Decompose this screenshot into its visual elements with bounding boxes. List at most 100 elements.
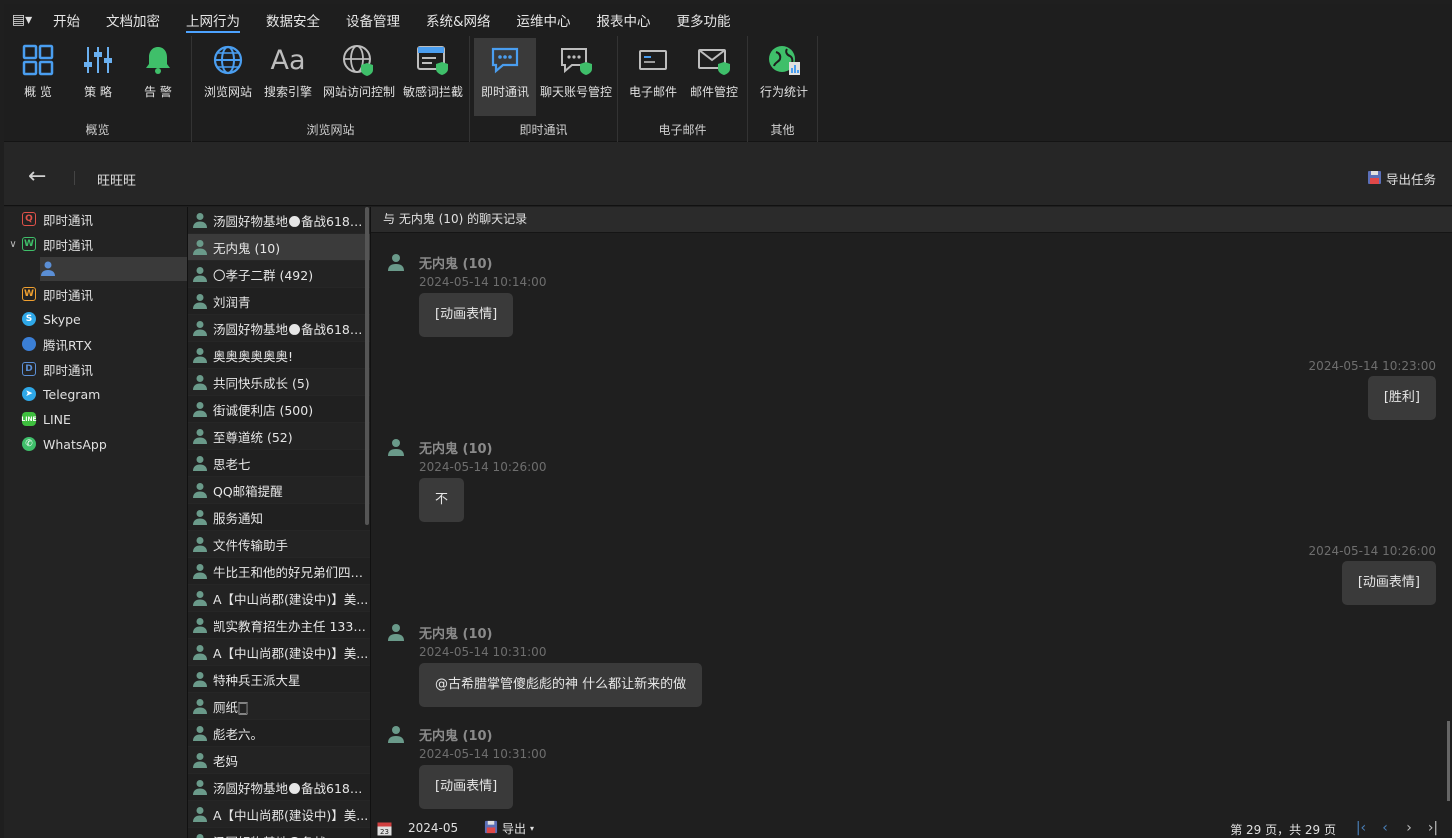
tree-item-wechat[interactable]: ∨ W 即时通讯 [4, 232, 187, 256]
contact-item[interactable]: 共同快乐成长 (5) [188, 369, 370, 396]
contact-item[interactable]: 街诚便利店 (500) [188, 396, 370, 423]
contact-item[interactable]: 彪老六。 [188, 720, 370, 747]
first-page-button[interactable]: |‹ [1352, 819, 1370, 837]
title-divider [74, 171, 75, 185]
globe-icon [212, 40, 244, 80]
contact-item[interactable]: 无内鬼 (10) [188, 234, 370, 261]
contact-item[interactable]: 汤圆好物基地🌑备战618🈺... [188, 828, 370, 838]
tree-item-line[interactable]: LINE LINE [4, 407, 187, 431]
tab-doc-encryption[interactable]: 文档加密 [93, 4, 173, 36]
tab-internet-behavior[interactable]: 上网行为 [173, 4, 253, 36]
user-avatar-icon [387, 438, 405, 456]
contact-item[interactable]: 〇孝子二群 (492) [188, 261, 370, 288]
site-access-control-button[interactable]: 网站访问控制 [320, 38, 398, 114]
contact-item[interactable]: 特种兵王派大星 [188, 666, 370, 693]
contact-item[interactable]: A【中山尚郡(建设中)】美... [188, 585, 370, 612]
export-task-button[interactable]: 导出任务 [1367, 169, 1436, 188]
alarm-label: 告 警 [144, 85, 172, 99]
chat-message: 无内鬼 (10) 2024-05-14 10:26:00 不 [371, 436, 1452, 526]
tab-data-security[interactable]: 数据安全 [253, 4, 333, 36]
app-menu-button[interactable]: ▤▾ [4, 4, 40, 36]
tree-item-wangwang[interactable]: W 即时通讯 [4, 282, 187, 306]
tree-item-rtx[interactable]: 腾讯RTX [4, 332, 187, 356]
tree-item-label: 即时通讯 [43, 237, 94, 253]
contact-name: 〇孝子二群 (492) [213, 267, 314, 283]
contact-item[interactable]: 文件传输助手 [188, 531, 370, 558]
chat-account-control-button[interactable]: 聊天账号管控 [538, 38, 614, 114]
contact-item[interactable]: 奥奥奥奥奥奥! [188, 342, 370, 369]
chevron-down-icon[interactable]: ∨ [4, 239, 22, 250]
arrow-left-icon: ← [28, 164, 47, 189]
contact-item[interactable]: 思老七 [188, 450, 370, 477]
contact-list-scrollbar[interactable] [365, 207, 369, 525]
contact-avatar-icon [192, 239, 208, 255]
sliders-icon [82, 40, 114, 80]
export-button[interactable]: 导出 ▾ [484, 820, 534, 837]
calendar-icon: 23 [377, 822, 392, 836]
policy-button[interactable]: 策 略 [76, 38, 120, 114]
email-button[interactable]: 电子邮件 [624, 38, 682, 114]
ribbon-group-title: 概览 [85, 123, 110, 137]
tab-more-features[interactable]: 更多功能 [664, 4, 744, 36]
skype-icon: S [22, 312, 36, 326]
message-time: 2024-05-14 10:26:00 [419, 460, 547, 474]
chat-message: 2024-05-14 10:26:00 [动画表情] [371, 542, 1452, 612]
contact-item[interactable]: A【中山尚郡(建设中)】美... [188, 801, 370, 828]
prev-page-button[interactable]: ‹ [1376, 819, 1394, 837]
last-page-button[interactable]: ›| [1424, 819, 1442, 837]
tree-item-account[interactable] [40, 257, 187, 281]
contact-item[interactable]: 厕纸🀆 [188, 693, 370, 720]
tab-report-center[interactable]: 报表中心 [584, 4, 664, 36]
contact-item[interactable]: QQ邮箱提醒 [188, 477, 370, 504]
overview-button[interactable]: 概 览 [16, 38, 60, 114]
tree-item-qq[interactable]: Q 即时通讯 [4, 207, 187, 231]
chevron-right-icon: › [1406, 820, 1412, 836]
tree-item-dingtalk[interactable]: D 即时通讯 [4, 357, 187, 381]
contact-item[interactable]: 牛比王和他的好兄弟们四群... [188, 558, 370, 585]
tree-item-skype[interactable]: S Skype [4, 307, 187, 331]
tab-system-network[interactable]: 系统&网络 [413, 4, 504, 36]
instant-messaging-button[interactable]: 即时通讯 [474, 38, 536, 116]
next-page-button[interactable]: › [1400, 819, 1418, 837]
page-info: 第 29 页，共 29 页 [1230, 823, 1336, 837]
browse-web-button[interactable]: 浏览网站 [202, 38, 254, 114]
contact-item[interactable]: 汤圆好物基地🌑备战618🈺... [188, 315, 370, 342]
contact-avatar-icon [192, 509, 208, 525]
tab-device-management[interactable]: 设备管理 [333, 4, 413, 36]
tree-item-telegram[interactable]: ➤ Telegram [4, 382, 187, 406]
contact-name: 彪老六。 [213, 726, 264, 742]
tree-item-whatsapp[interactable]: ✆ WhatsApp [4, 432, 187, 456]
contact-avatar-icon [192, 644, 208, 660]
tab-start[interactable]: 开始 [40, 4, 93, 36]
contact-item[interactable]: 凯实教育招生办主任 1337... [188, 612, 370, 639]
contact-item[interactable]: 至尊道统 (52) [188, 423, 370, 450]
chat-scrollbar[interactable] [1447, 721, 1450, 801]
bell-icon [142, 40, 174, 80]
message-bubble: 不 [419, 478, 465, 522]
menu-bar: ▤▾ 开始 文档加密 上网行为 数据安全 设备管理 系统&网络 运维中心 报表中… [4, 4, 1452, 36]
page-title: 旺旺旺 [97, 174, 137, 189]
message-bubble: [动画表情] [1341, 561, 1436, 605]
chat-account-control-label: 聊天账号管控 [539, 85, 612, 99]
contact-item[interactable]: A【中山尚郡(建设中)】美... [188, 639, 370, 666]
contact-item[interactable]: 汤圆好物基地🌑备战618🈺... [188, 774, 370, 801]
behavior-stats-button[interactable]: 行为统计 [756, 38, 812, 114]
tab-ops-center[interactable]: 运维中心 [504, 4, 584, 36]
alarm-button[interactable]: 告 警 [136, 38, 180, 114]
contact-item[interactable]: 刘润青 [188, 288, 370, 315]
email-control-button[interactable]: 邮件管控 [686, 38, 742, 114]
contact-item[interactable]: 汤圆好物基地🌑备战618🈺... [188, 207, 370, 234]
message-bubble: @古希腊掌管傻彪彪的神 什么都让新来的做 [419, 663, 703, 707]
menu-icon: ▤▾ [11, 12, 33, 28]
contact-list: 汤圆好物基地🌑备战618🈺... 无内鬼 (10) 〇孝子二群 (492) 刘润青 汤圆… [187, 207, 371, 838]
back-button[interactable]: ← [28, 166, 52, 190]
contact-item[interactable]: 老妈 [188, 747, 370, 774]
email-label: 电子邮件 [628, 85, 677, 99]
ribbon-group-title: 浏览网站 [306, 123, 355, 137]
calendar-button[interactable]: 23 [377, 821, 392, 836]
contact-item[interactable]: 服务通知 [188, 504, 370, 531]
message-sender: 无内鬼 (10) [419, 627, 493, 642]
sensitive-word-button[interactable]: 敏感词拦截 [402, 38, 464, 114]
date-value[interactable]: 2024-05 [408, 821, 458, 835]
search-engine-button[interactable]: Aa 搜索引擎 [262, 38, 314, 114]
